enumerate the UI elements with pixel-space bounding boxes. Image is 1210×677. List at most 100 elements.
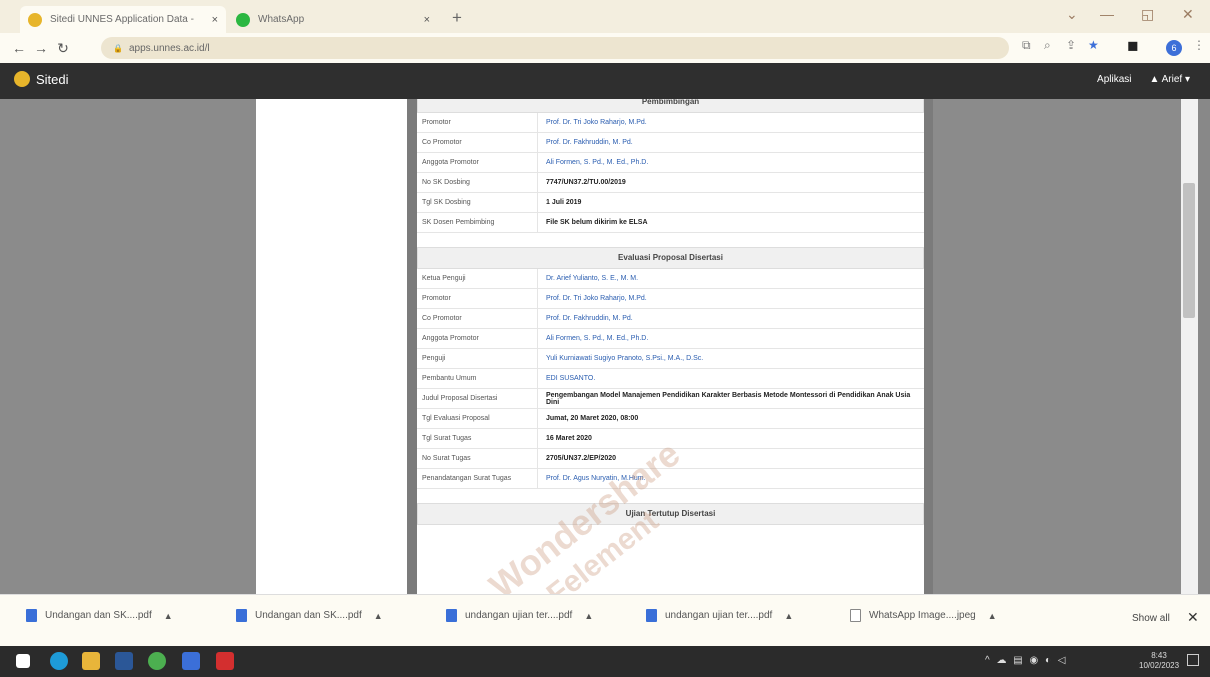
user-icon: ▲ <box>1149 74 1162 85</box>
nav-aplikasi[interactable]: Aplikasi <box>1097 74 1131 85</box>
show-all-downloads-button[interactable]: Show all <box>1132 613 1170 624</box>
row-label: Promotor <box>417 113 538 132</box>
tab-close-icon[interactable]: × <box>424 14 430 26</box>
zoom-icon[interactable]: ⌕ <box>1044 38 1051 53</box>
row-value: File SK belum dikirim ke ELSA <box>546 219 648 226</box>
app-brand[interactable]: Sitedi <box>14 71 69 87</box>
chevron-up-icon[interactable]: ▲ <box>988 611 997 621</box>
browser-menu-icon[interactable]: ⋮ <box>1193 38 1205 52</box>
system-tray-icons[interactable]: ^ ☁ ▤ ◉ ◐ ◁ <box>985 655 1068 666</box>
section-heading: Ujian Tertutup Disertasi <box>417 503 924 525</box>
chevron-up-icon[interactable]: ▲ <box>374 611 383 621</box>
page-content: Pembimbingan Promotor Prof. Dr. Tri Joko… <box>0 99 1181 637</box>
close-downloads-icon[interactable]: ✕ <box>1187 609 1199 626</box>
detail-row: No SK Dosbing 7747/UN37.2/TU.00/2019 <box>417 173 924 193</box>
windows-start-icon[interactable] <box>16 654 30 668</box>
user-name: Arief <box>1161 74 1183 85</box>
url-field[interactable]: 🔒 apps.unnes.ac.id/l <box>101 37 1009 59</box>
section-heading: Evaluasi Proposal Disertasi <box>417 247 924 269</box>
row-value[interactable]: Prof. Dr. Agus Nuryatin, M.Hum. <box>538 475 924 482</box>
row-value: 2705/UN37.2/EP/2020 <box>546 455 617 462</box>
new-tab-button[interactable]: + <box>452 8 462 28</box>
row-value[interactable]: Prof. Dr. Fakhruddin, M. Pd. <box>538 139 924 146</box>
row-label: Co Promotor <box>417 133 538 152</box>
row-label: Tgl Evaluasi Proposal <box>417 409 538 428</box>
row-label: No Surat Tugas <box>417 449 538 468</box>
row-label: Judul Proposal Disertasi <box>417 389 538 408</box>
row-label: Anggota Promotor <box>417 153 538 172</box>
row-value[interactable]: Dr. Arief Yulianto, S. E., M. M. <box>538 275 924 282</box>
nav-user-menu[interactable]: ▲ Arief ▾ <box>1150 74 1191 85</box>
row-value[interactable]: Prof. Dr. Fakhruddin, M. Pd. <box>538 315 924 322</box>
download-item[interactable]: Undangan dan SK....pdf ▲ <box>236 609 383 622</box>
download-item[interactable]: WhatsApp Image....jpeg ▲ <box>850 609 997 622</box>
forward-icon[interactable]: → <box>30 40 52 56</box>
share-icon[interactable]: ⇪ <box>1066 38 1076 52</box>
downloads-bar: Undangan dan SK....pdf ▲ Undangan dan SK.… <box>0 594 1210 646</box>
bookmark-star-icon[interactable]: ★ <box>1088 38 1099 52</box>
brand-name: Sitedi <box>36 71 69 87</box>
chevron-up-icon[interactable]: ▲ <box>584 611 593 621</box>
tab-close-icon[interactable]: × <box>212 14 218 26</box>
row-value[interactable]: Prof. Dr. Tri Joko Raharjo, M.Pd. <box>538 119 924 126</box>
tab-title: Sitedi UNNES Application Data - <box>50 14 194 25</box>
row-value[interactable]: Yuli Kurniawati Sugiyo Pranoto, S.Psi., … <box>538 355 924 362</box>
edge-icon[interactable] <box>50 652 68 670</box>
download-item[interactable]: Undangan dan SK....pdf ▲ <box>26 609 173 622</box>
row-label: Penandatangan Surat Tugas <box>417 469 538 488</box>
clock-time: 8:43 <box>1151 651 1167 660</box>
file-icon <box>646 609 657 622</box>
row-value[interactable]: Prof. Dr. Tri Joko Raharjo, M.Pd. <box>538 295 924 302</box>
pdf-reader-icon[interactable] <box>216 652 234 670</box>
minimize-icon[interactable]: — <box>1100 6 1114 22</box>
back-icon[interactable]: ← <box>8 40 30 56</box>
detail-row: Penandatangan Surat Tugas Prof. Dr. Agus… <box>417 469 924 489</box>
detail-row: Co Promotor Prof. Dr. Fakhruddin, M. Pd. <box>417 133 924 153</box>
profile-avatar[interactable]: 6 <box>1166 40 1182 56</box>
extension-icon[interactable]: ⧉ <box>1022 38 1031 53</box>
notification-icon[interactable] <box>1187 654 1199 666</box>
row-value[interactable]: EDI SUSANTO. <box>538 375 924 382</box>
tab-search-icon[interactable]: ⌄ <box>1066 6 1078 23</box>
row-value: 1 Juli 2019 <box>546 199 582 206</box>
download-item[interactable]: undangan ujian ter....pdf ▲ <box>646 609 793 622</box>
detail-row: No Surat Tugas 2705/UN37.2/EP/2020 <box>417 449 924 469</box>
side-panel-icon[interactable]: ◼ <box>1127 37 1139 54</box>
maximize-icon[interactable]: ◱ <box>1141 6 1154 23</box>
close-window-icon[interactable]: ✕ <box>1182 6 1194 23</box>
reload-icon[interactable]: ↻ <box>52 40 74 57</box>
detail-row: Anggota Promotor Ali Formen, S. Pd., M. … <box>417 329 924 349</box>
row-label: Promotor <box>417 289 538 308</box>
url-text: apps.unnes.ac.id/l <box>128 42 210 54</box>
row-value[interactable]: Ali Formen, S. Pd., M. Ed., Ph.D. <box>538 159 924 166</box>
app-icon[interactable] <box>182 652 200 670</box>
row-label: SK Dosen Pembimbing <box>417 213 538 232</box>
app-navbar: Sitedi Aplikasi ▲ Arief ▾ <box>0 63 1210 99</box>
clock[interactable]: 8:43 10/02/2023 <box>1139 651 1179 671</box>
scrollbar-thumb[interactable] <box>1183 183 1195 318</box>
row-label: Tgl Surat Tugas <box>417 429 538 448</box>
detail-row: Ketua Penguji Dr. Arief Yulianto, S. E.,… <box>417 269 924 289</box>
word-icon[interactable] <box>115 652 133 670</box>
tab-sitedi[interactable]: Sitedi UNNES Application Data - × <box>20 6 226 33</box>
lock-icon: 🔒 <box>113 43 123 53</box>
sitedi-logo-icon <box>14 71 30 87</box>
detail-row: Promotor Prof. Dr. Tri Joko Raharjo, M.P… <box>417 113 924 133</box>
page-scrollbar[interactable] <box>1181 99 1198 594</box>
chrome-icon[interactable] <box>148 652 166 670</box>
row-value: 7747/UN37.2/TU.00/2019 <box>546 179 626 186</box>
row-value[interactable]: Ali Formen, S. Pd., M. Ed., Ph.D. <box>538 335 924 342</box>
sitedi-favicon-icon <box>28 12 42 27</box>
file-explorer-icon[interactable] <box>82 652 100 670</box>
download-item[interactable]: undangan ujian ter....pdf ▲ <box>446 609 593 622</box>
left-panel <box>256 99 407 594</box>
row-label: No SK Dosbing <box>417 173 538 192</box>
detail-row: Judul Proposal Disertasi Pengembangan Mo… <box>417 389 924 409</box>
detail-row: Pembantu Umum EDI SUSANTO. <box>417 369 924 389</box>
tab-whatsapp[interactable]: WhatsApp × <box>228 6 438 33</box>
download-name: undangan ujian ter....pdf <box>465 610 573 621</box>
chevron-up-icon[interactable]: ▲ <box>164 611 173 621</box>
chevron-up-icon[interactable]: ▲ <box>784 611 793 621</box>
